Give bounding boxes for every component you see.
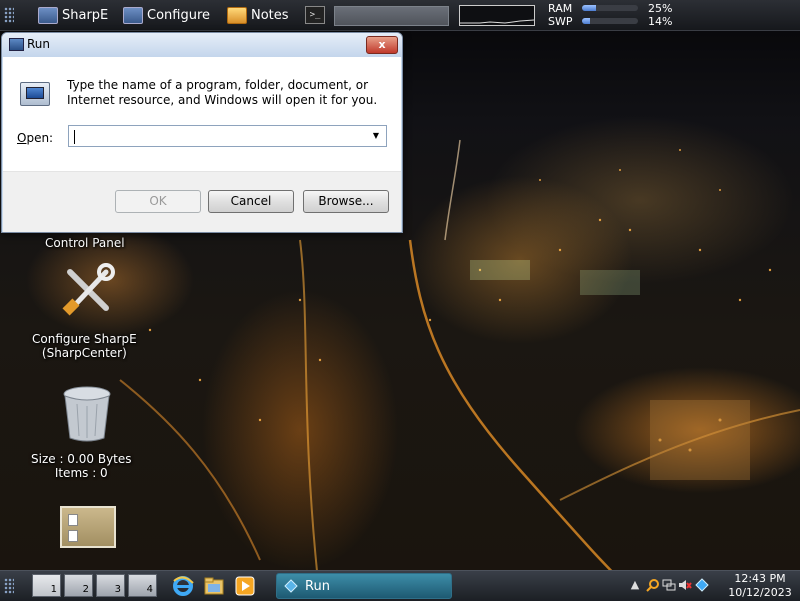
taskbar-grip-icon[interactable] [4, 578, 14, 594]
volume-muted-icon[interactable] [678, 578, 692, 592]
open-combobox[interactable]: ▼ [68, 125, 387, 147]
ram-bar [582, 5, 638, 11]
recycle-bin-icon[interactable] [62, 384, 112, 442]
run-title: Run [27, 37, 51, 51]
run-program-icon [20, 82, 50, 106]
ram-meter: RAM 25% [548, 1, 678, 15]
recycle-bin-label[interactable]: Size : 0.00 Bytes Items : 0 [31, 452, 132, 480]
command-input[interactable] [334, 6, 449, 26]
swap-label: SWP [548, 14, 573, 28]
taskbar: 1 2 3 4 Run ▲ 12:43 PM 10/12/2023 [0, 570, 800, 601]
run-description: Type the name of a program, folder, docu… [67, 78, 378, 107]
configure-label: Configure [147, 7, 211, 23]
chevron-down-icon[interactable]: ▼ [367, 127, 385, 145]
ram-bar-fill [582, 5, 596, 11]
notification-icon[interactable] [695, 578, 709, 592]
swap-bar [582, 18, 638, 24]
recycle-bin-items: Items : 0 [54, 466, 108, 480]
configure-sharpe-label-line1: Configure SharpE [32, 332, 137, 346]
workspace-4-button[interactable]: 4 [128, 574, 157, 597]
terminal-icon[interactable]: >_ [305, 6, 325, 24]
workspace-1-button[interactable]: 1 [32, 574, 61, 597]
cancel-button[interactable]: Cancel [208, 190, 294, 213]
cpu-graph [459, 5, 535, 26]
run-titlebar[interactable]: Run x [2, 33, 402, 57]
notes-icon [227, 6, 247, 24]
recycle-bin-size: Size : 0.00 Bytes [31, 452, 132, 466]
configure-sharpe-icon[interactable] [60, 262, 116, 318]
panel-grip-icon[interactable] [4, 7, 14, 23]
internet-explorer-icon[interactable] [172, 575, 194, 597]
text-caret [74, 129, 75, 144]
configure-sharpe-label[interactable]: Configure SharpE (SharpCenter) [32, 332, 137, 360]
media-player-icon[interactable] [234, 575, 256, 597]
monitor-icon [38, 6, 58, 24]
clock-time[interactable]: 12:43 PM [725, 572, 795, 585]
ram-label: RAM [548, 1, 573, 15]
taskbar-run-label: Run [305, 578, 330, 594]
open-label-rest: pen: [26, 131, 54, 145]
configure-sharpe-label-line2: (SharpCenter) [41, 346, 127, 360]
run-title-icon [9, 38, 24, 51]
swap-meter: SWP 14% [548, 14, 678, 28]
top-panel: SharpE Configure Notes >_ RAM 25% SWP 14… [0, 0, 800, 31]
swap-bar-fill [582, 18, 590, 24]
file-explorer-icon[interactable] [203, 575, 225, 597]
run-body: Type the name of a program, folder, docu… [3, 57, 401, 171]
run-dialog: Run x Type the name of a program, folder… [1, 32, 403, 233]
notes-folder-icon[interactable] [60, 506, 116, 548]
search-icon[interactable] [646, 578, 660, 592]
workspace-3-button[interactable]: 3 [96, 574, 125, 597]
trash-icon [63, 386, 111, 442]
open-label: Open: [17, 131, 53, 145]
sharpe-menu-button[interactable]: SharpE [38, 4, 108, 26]
ok-button[interactable]: OK [115, 190, 201, 213]
doc-icon [68, 530, 78, 542]
control-panel-label[interactable]: Control Panel [45, 236, 125, 250]
close-button[interactable]: x [366, 36, 398, 54]
monitor-icon [123, 6, 143, 24]
chevron-up-icon[interactable]: ▲ [628, 578, 642, 592]
ram-value: 25% [648, 1, 673, 15]
tools-icon [62, 263, 115, 316]
notes-button[interactable]: Notes [227, 4, 289, 26]
network-icon[interactable] [662, 578, 676, 592]
notes-label: Notes [251, 7, 289, 23]
clock-date[interactable]: 10/12/2023 [725, 586, 795, 599]
run-task-icon [284, 579, 298, 593]
doc-icon [68, 514, 78, 526]
browse-button[interactable]: Browse... [303, 190, 389, 213]
sharpe-menu-label: SharpE [62, 7, 109, 23]
swap-value: 14% [648, 14, 673, 28]
run-button-bar: OK Cancel Browse... [3, 171, 401, 232]
configure-button[interactable]: Configure [123, 4, 210, 26]
workspace-2-button[interactable]: 2 [64, 574, 93, 597]
taskbar-run-button[interactable]: Run [276, 573, 452, 599]
cpu-graph-line [460, 19, 535, 24]
